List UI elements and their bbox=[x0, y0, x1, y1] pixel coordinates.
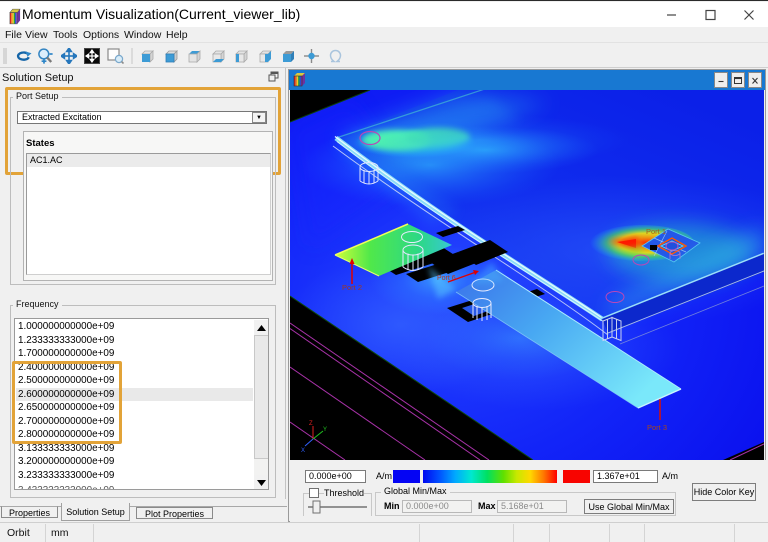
svg-text:X: X bbox=[301, 448, 305, 454]
svg-text:Z: Z bbox=[309, 421, 313, 427]
svg-text:Y: Y bbox=[323, 427, 327, 433]
svg-text:Port 3: Port 3 bbox=[647, 423, 667, 432]
svg-text:Port 1: Port 1 bbox=[646, 227, 666, 236]
svg-text:Port 2: Port 2 bbox=[342, 283, 362, 292]
svg-text:Port 6: Port 6 bbox=[437, 275, 456, 282]
